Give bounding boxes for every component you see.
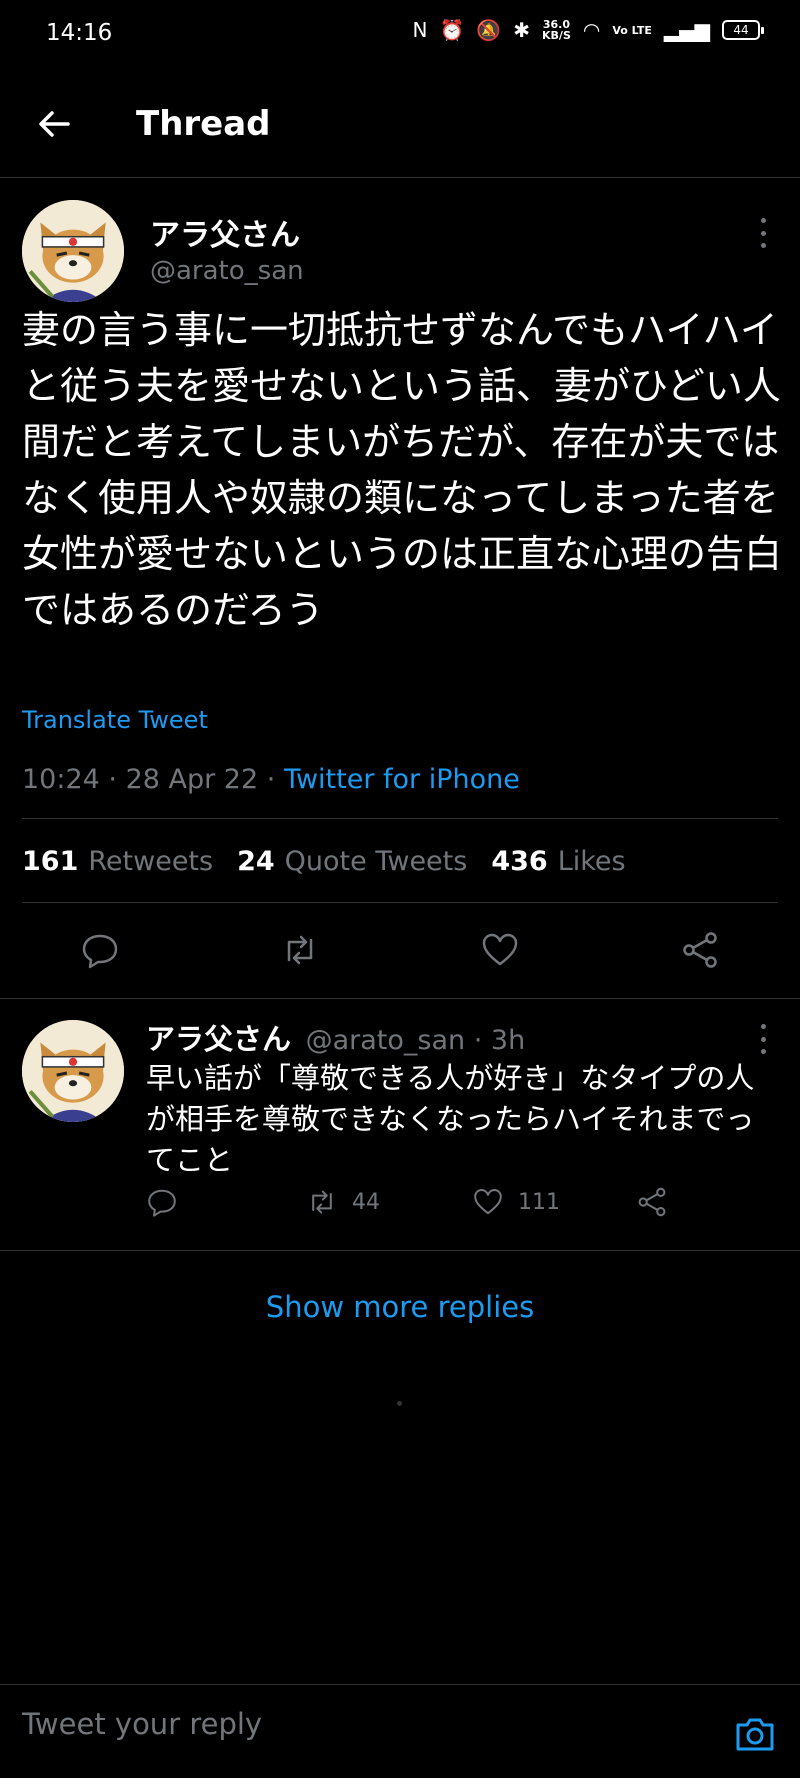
back-arrow-icon[interactable] (34, 104, 74, 144)
tweet-date: 28 Apr 22 (125, 764, 259, 795)
reply-header: アラ父さん @arato_san · 3h (146, 1016, 525, 1058)
tweet-time: 10:24 (22, 764, 100, 795)
alarm-icon: ⏰ (439, 18, 465, 42)
meta-separator: · (266, 764, 284, 795)
mute-icon: 🔕 (476, 18, 502, 42)
raccoon-avatar-icon (22, 200, 124, 302)
quotes-count: 24 (237, 846, 275, 877)
divider (22, 902, 778, 903)
reply-age: 3h (490, 1025, 526, 1056)
status-time: 14:16 (46, 20, 113, 46)
thread-header: Thread (0, 88, 800, 178)
volte-label: Vo LTE (612, 23, 652, 37)
network-speed: 36.0 KB/S (542, 19, 571, 41)
reply-like-button[interactable]: 111 (472, 1186, 560, 1218)
share-icon (638, 1187, 666, 1217)
camera-icon[interactable] (734, 1715, 776, 1753)
likes-count: 436 (491, 846, 548, 877)
more-options-icon[interactable] (758, 218, 768, 248)
share-icon[interactable] (680, 930, 720, 970)
divider (22, 818, 778, 819)
tweet-meta: 10:24 · 28 Apr 22 · Twitter for iPhone (22, 764, 520, 795)
nfc-icon: N (412, 18, 428, 42)
more-options-dot-middle (760, 230, 766, 236)
likes-stat[interactable]: 436 Likes (491, 846, 625, 877)
more-options-dot-bottom (760, 243, 766, 248)
likes-label: Likes (557, 846, 626, 877)
meta-separator: · (473, 1025, 491, 1056)
reply-author-handle[interactable]: @arato_san (306, 1025, 466, 1056)
retweets-stat[interactable]: 161 Retweets (22, 846, 213, 877)
page-title: Thread (136, 104, 271, 144)
reply-input[interactable] (22, 1707, 622, 1741)
reply-reply-button[interactable] (146, 1186, 178, 1218)
divider (0, 1250, 800, 1251)
bluetooth-icon: ✱ (513, 18, 531, 42)
reply-retweet-count: 44 (352, 1189, 380, 1215)
reply-author-name[interactable]: アラ父さん (146, 1022, 291, 1056)
tweet-text: 妻の言う事に一切抵抗せずなんでもハイハイと従う夫を愛せないという話、妻がひどい人… (22, 308, 783, 632)
quote-tweets-stat[interactable]: 24 Quote Tweets (237, 846, 467, 877)
reply-retweet-button[interactable]: 44 (306, 1186, 380, 1218)
battery-icon: 44 (722, 20, 764, 40)
author-name[interactable]: アラ父さん (150, 210, 300, 254)
show-more-replies-button[interactable]: Show more replies (0, 1290, 800, 1324)
reply-bar (0, 1684, 800, 1778)
reply-icon[interactable] (80, 930, 120, 970)
reply-text: 早い話が「尊敬できる人が好き」なタイプの人が相手を尊敬できなくなったらハイそれま… (146, 1061, 755, 1177)
avatar[interactable] (22, 200, 124, 302)
reply-icon (148, 1189, 176, 1217)
more-options-dot-middle (760, 1036, 766, 1042)
retweets-count: 161 (22, 846, 79, 877)
author-handle[interactable]: @arato_san (150, 256, 304, 286)
raccoon-avatar-icon (22, 1020, 124, 1122)
avatar[interactable] (22, 1020, 124, 1122)
meta-separator: · (108, 764, 126, 795)
more-options-dot-bottom (760, 1049, 766, 1054)
retweet-icon[interactable] (280, 930, 320, 970)
reply-actions: 44 111 (146, 1186, 746, 1226)
reply-tweet[interactable]: アラ父さん @arato_san · 3h 早い話が「尊敬できる人が好き」なタイ… (0, 1000, 800, 1250)
reply-share-button[interactable] (636, 1186, 668, 1218)
retweet-icon (312, 1190, 332, 1214)
like-icon (474, 1189, 502, 1215)
more-options-dot-top (760, 1024, 766, 1029)
reply-like-count: 111 (518, 1189, 560, 1215)
more-options-icon[interactable] (758, 1024, 768, 1054)
more-options-dot-top (760, 218, 766, 223)
quotes-label: Quote Tweets (284, 846, 468, 877)
wifi-icon: ◠ (582, 18, 601, 42)
signal-icon: ▂▄▆ (663, 18, 710, 42)
network-speed-unit: KB/S (542, 29, 571, 42)
translate-tweet-link[interactable]: Translate Tweet (22, 706, 208, 734)
divider (0, 998, 800, 999)
loading-dot (397, 1401, 402, 1406)
tweet-client-link[interactable]: Twitter for iPhone (284, 764, 520, 795)
tweet-stats: 161 Retweets 24 Quote Tweets 436 Likes (22, 846, 626, 877)
tweet-actions (0, 930, 800, 990)
status-icons: N ⏰ 🔕 ✱ 36.0 KB/S ◠ Vo LTE ▂▄▆ 44 (412, 18, 764, 42)
like-icon[interactable] (480, 930, 520, 970)
status-bar: 14:16 N ⏰ 🔕 ✱ 36.0 KB/S ◠ Vo LTE ▂▄▆ 44 (0, 0, 800, 70)
retweets-label: Retweets (88, 846, 214, 877)
